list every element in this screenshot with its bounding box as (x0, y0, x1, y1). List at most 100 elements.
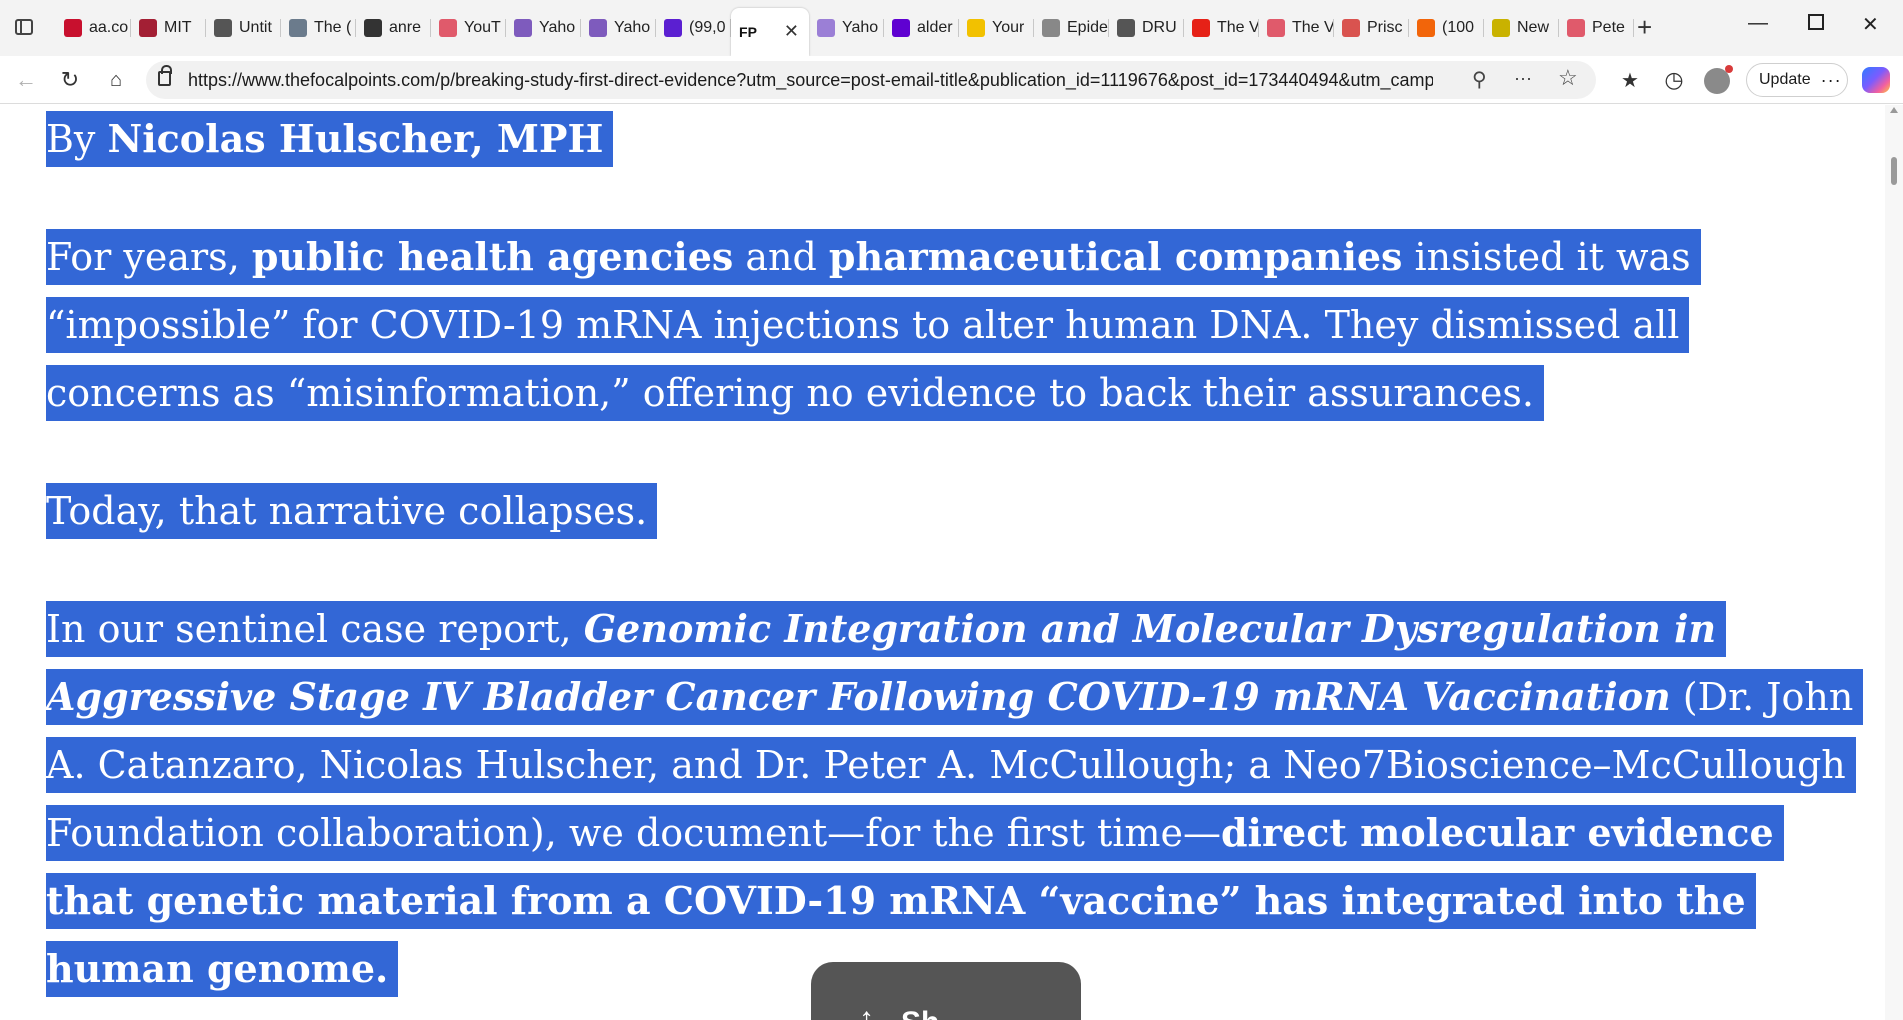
update-label: Update (1759, 71, 1811, 88)
close-window-icon[interactable]: ✕ (1862, 12, 1879, 37)
tab-title: Your (992, 19, 1025, 36)
gp-icon (289, 19, 307, 37)
tab[interactable]: The V (1259, 8, 1334, 48)
tab[interactable]: Untit (206, 8, 281, 48)
tab[interactable]: The ( (281, 8, 356, 48)
paragraph-intro: For years, public health agencies and ph… (46, 223, 1846, 427)
tab[interactable]: (100 (1409, 8, 1484, 48)
tab-title: (99,0 (689, 19, 726, 36)
back-icon[interactable]: ← (12, 66, 40, 94)
tab[interactable]: Yaho (581, 8, 656, 48)
maximize-icon[interactable] (1808, 14, 1824, 30)
scroll-up-arrow-icon[interactable] (1890, 107, 1898, 113)
mit-icon (139, 19, 157, 37)
globe-icon (214, 19, 232, 37)
aa-icon (64, 19, 82, 37)
yahoo-icon (589, 19, 607, 37)
tab-title: Untit (239, 19, 272, 36)
tab-title: Yaho (614, 19, 651, 36)
youtube-icon (439, 19, 457, 37)
youtube-icon (1567, 19, 1585, 37)
p3-text-1: In our sentinel case report, (46, 607, 584, 651)
fp-icon: FP (739, 24, 757, 40)
tab-title: (100 (1442, 19, 1475, 36)
yahoo-feather-icon (817, 19, 835, 37)
p1-bold-1: public health agencies (251, 234, 734, 279)
bookmark-icon (1417, 19, 1435, 37)
share-button[interactable]: ↑ Sh (811, 962, 1081, 1020)
refresh-icon[interactable]: ↻ (56, 66, 84, 94)
address-toolbar: ← ↻ ⌂ https://www.thefocalpoints.com/p/b… (0, 56, 1903, 104)
tab-title: MIT (164, 19, 192, 36)
mail-icon (664, 19, 682, 37)
tab-title: Pete (1592, 19, 1625, 36)
tab-title: The V (1217, 19, 1259, 36)
tab-title: The V (1292, 19, 1334, 36)
tab[interactable]: anre (356, 8, 431, 48)
tab-strip: aa.co MIT Untit The ( anre YouT Yaho Yaho (99,0 F… (0, 0, 1903, 56)
favorite-star-icon[interactable]: ☆ (1558, 65, 1578, 91)
paragraph-case-report: In our sentinel case report, Genomic Int… (46, 595, 1864, 1003)
url-text[interactable]: https://www.thefocalpoints.com/p/breakin… (188, 70, 1433, 91)
reading-options-icon[interactable]: ⋯ (1514, 69, 1532, 90)
tab-title: New (1517, 19, 1550, 36)
byline: By Nicolas Hulscher, MPH (46, 105, 614, 173)
history-icon[interactable]: ◷ (1660, 66, 1688, 94)
tab-title: DRU (1142, 19, 1177, 36)
scrollbar-thumb[interactable] (1891, 157, 1897, 185)
tab-actions-icon[interactable] (10, 13, 38, 41)
drudge-icon (1117, 19, 1135, 37)
tab[interactable]: Your (959, 8, 1034, 48)
p1-text-2: and (733, 235, 829, 279)
tab-title: aa.co (89, 19, 129, 36)
new-tab-button[interactable]: + (1637, 14, 1652, 40)
update-button[interactable]: Update ··· (1746, 63, 1848, 97)
e-icon (967, 19, 985, 37)
tab-active[interactable]: FP ✕ (731, 8, 809, 56)
tab-title: alder (917, 19, 953, 36)
favorites-icon[interactable]: ★ (1616, 66, 1644, 94)
tab[interactable]: MIT (131, 8, 206, 48)
copilot-icon[interactable] (1862, 67, 1890, 93)
close-tab-icon[interactable]: ✕ (784, 21, 799, 42)
tab[interactable]: (99,0 (656, 8, 731, 48)
e-icon (1492, 19, 1510, 37)
youtube-icon (1192, 19, 1210, 37)
author-name: Nicolas Hulscher, MPH (107, 116, 604, 161)
youtube-icon (1267, 19, 1285, 37)
paragraph-today: Today, that narrative collapses. (46, 477, 658, 545)
tab[interactable]: Epide (1034, 8, 1109, 48)
address-bar[interactable]: https://www.thefocalpoints.com/p/breakin… (146, 61, 1596, 99)
p1-text-1: For years, (46, 235, 252, 279)
tab[interactable]: Yaho (809, 8, 884, 48)
profile-avatar[interactable] (1704, 65, 1733, 94)
tab[interactable]: New (1484, 8, 1559, 48)
tab-title: Prisc (1367, 19, 1403, 36)
tab-title: The ( (314, 19, 352, 36)
zoom-icon[interactable]: ⚲ (1472, 67, 1487, 92)
tab-title: Yaho (842, 19, 879, 36)
tab[interactable]: YouT (431, 8, 506, 48)
tab[interactable]: Pete (1559, 8, 1634, 48)
more-menu-icon[interactable]: ··· (1821, 70, 1842, 91)
tab[interactable]: Yaho (506, 8, 581, 48)
home-icon[interactable]: ⌂ (102, 66, 130, 94)
yahoo-icon (514, 19, 532, 37)
page-content: By Nicolas Hulscher, MPH For years, publ… (0, 105, 1885, 1020)
share-arrow-icon: ↑ (859, 1002, 874, 1020)
share-label: Sh (901, 1006, 939, 1020)
bird-icon (1342, 19, 1360, 37)
tab-title: YouT (464, 19, 501, 36)
tab[interactable]: DRU (1109, 8, 1184, 48)
tab[interactable]: The V (1184, 8, 1259, 48)
tab[interactable]: Prisc (1334, 8, 1409, 48)
minimize-icon[interactable]: — (1748, 12, 1768, 35)
tab-title: Epide (1067, 19, 1108, 36)
tab[interactable]: alder (884, 8, 959, 48)
tab[interactable]: aa.co (56, 8, 131, 48)
tab-title: anre (389, 19, 422, 36)
page-scrollbar[interactable] (1885, 105, 1903, 1020)
tab-title: Yaho (539, 19, 576, 36)
info-icon (1042, 19, 1060, 37)
lock-icon[interactable] (158, 65, 172, 86)
